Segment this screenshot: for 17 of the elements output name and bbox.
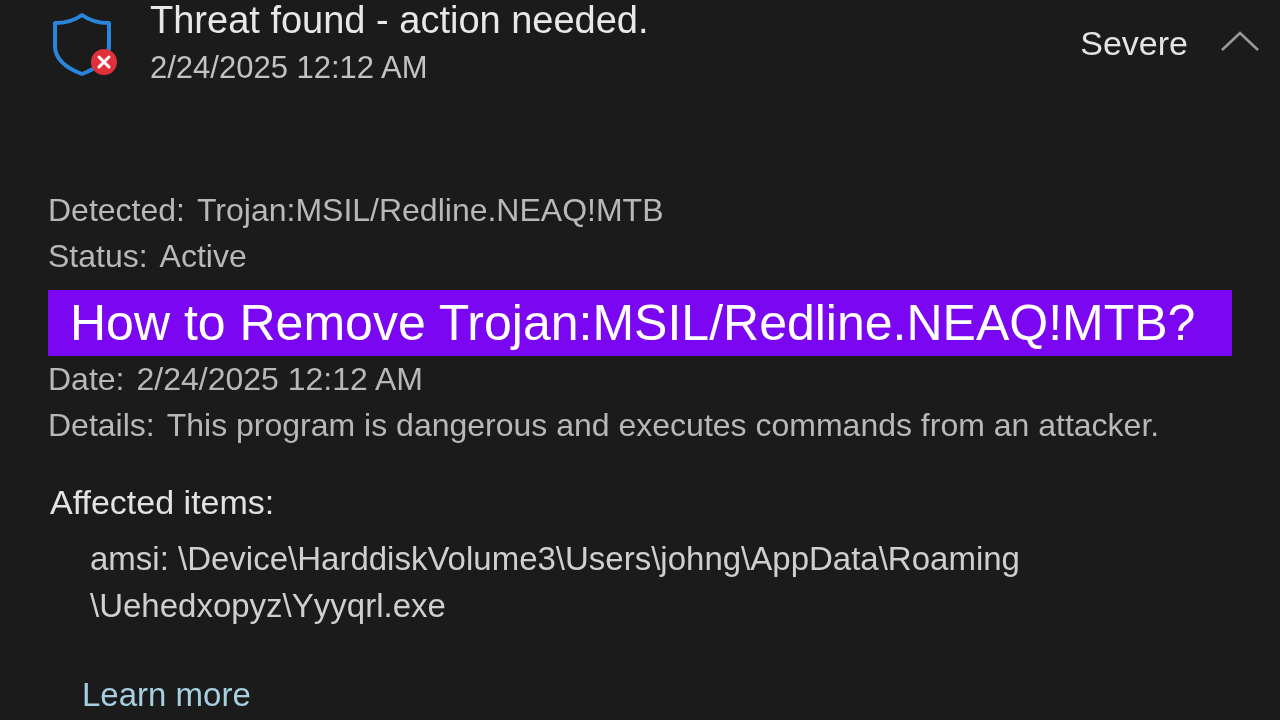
file-path: amsi: \Device\HarddiskVolume3\Users\johng\AppData\Roaming [90, 539, 1021, 579]
field-value: Active [159, 238, 247, 274]
shield-error-icon [52, 12, 118, 76]
field-label: Detected: [48, 192, 185, 228]
field-value: This program is dangerous and executes commands from an attacker. [166, 407, 1160, 443]
field-label: Date: [48, 361, 125, 397]
severity-label: Severe [1080, 23, 1188, 64]
file-path: \Uehedxopyz\Yyyqrl.exe [90, 586, 447, 626]
field-label: Details: [48, 407, 155, 443]
title-banner: How to Remove Trojan:MSIL/Redline.NEAQ!MTB? [48, 290, 1232, 356]
section-heading: Affected items: [50, 482, 276, 523]
field-label: Status: [48, 238, 148, 274]
field-value: 2/24/2025 12:12 AM [136, 361, 423, 397]
notification-timestamp: 2/24/2025 12:12 AM [150, 49, 429, 87]
learn-more-link[interactable]: Learn more [82, 675, 251, 715]
notification-title: Threat found - action needed. [150, 0, 650, 42]
field-value: Trojan:MSIL/Redline.NEAQ!MTB [196, 192, 664, 228]
